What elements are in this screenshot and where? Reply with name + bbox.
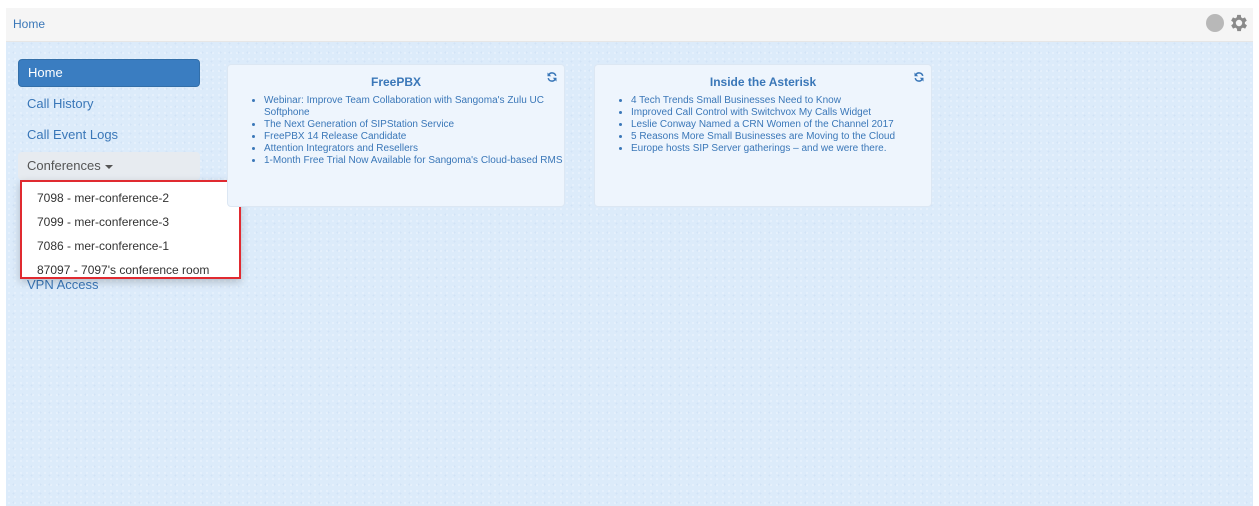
sidebar-item-call-history[interactable]: Call History	[18, 90, 200, 118]
sidebar-item-label: Conferences	[27, 158, 101, 173]
list-item: 4 Tech Trends Small Businesses Need to K…	[631, 95, 895, 107]
sidebar-item-label: Call History	[27, 96, 94, 111]
widget-title: FreePBX	[370, 75, 422, 89]
news-link[interactable]: Attention Integrators and Resellers	[264, 143, 418, 154]
conference-menu-item[interactable]: 7099 - mer-conference-3	[22, 210, 239, 234]
sidebar-item-call-event-logs[interactable]: Call Event Logs	[18, 121, 200, 149]
inside-asterisk-news-widget: Inside the Asterisk 4 Tech Trends Small …	[594, 64, 932, 207]
breadcrumb-home[interactable]: Home	[13, 17, 45, 31]
caret-down-icon	[104, 164, 113, 169]
news-link[interactable]: 1-Month Free Trial Now Available for San…	[264, 155, 563, 166]
sidebar-item-label: Home	[28, 65, 63, 80]
news-link[interactable]: 5 Reasons More Small Businesses are Movi…	[631, 131, 895, 142]
conference-menu-item[interactable]: 7098 - mer-conference-2	[22, 186, 239, 210]
app-frame: Home Home Call History Call Event Logs C…	[6, 8, 1253, 506]
news-link[interactable]: FreePBX 14 Release Candidate	[264, 131, 406, 142]
conference-menu-item[interactable]: 87097 - 7097's conference room	[22, 258, 239, 282]
conference-menu-item[interactable]: 7086 - mer-conference-1	[22, 234, 239, 258]
status-circle-icon	[1206, 14, 1224, 32]
news-list: 4 Tech Trends Small Businesses Need to K…	[619, 95, 895, 155]
news-link[interactable]: Improved Call Control with Switchvox My …	[631, 107, 871, 118]
refresh-icon[interactable]	[546, 71, 558, 83]
sidebar-item-conferences[interactable]: Conferences	[18, 152, 200, 180]
list-item: FreePBX 14 Release Candidate	[264, 131, 564, 143]
list-item: Leslie Conway Named a CRN Women of the C…	[631, 119, 895, 131]
list-item: Webinar: Improve Team Collaboration with…	[264, 95, 564, 119]
sidebar-item-home[interactable]: Home	[18, 59, 200, 87]
freepbx-news-widget: FreePBX Webinar: Improve Team Collaborat…	[227, 64, 565, 207]
list-item: Improved Call Control with Switchvox My …	[631, 107, 895, 119]
news-link[interactable]: 4 Tech Trends Small Businesses Need to K…	[631, 95, 841, 106]
news-link[interactable]: Europe hosts SIP Server gatherings – and…	[631, 143, 887, 154]
list-item: 5 Reasons More Small Businesses are Movi…	[631, 131, 895, 143]
sidebar-nav: Home Call History Call Event Logs Confer…	[18, 59, 200, 183]
news-link[interactable]: Webinar: Improve Team Collaboration with…	[264, 95, 544, 118]
list-item: Europe hosts SIP Server gatherings – and…	[631, 143, 895, 155]
conferences-dropdown-menu: 7098 - mer-conference-2 7099 - mer-confe…	[20, 180, 241, 279]
list-item: Attention Integrators and Resellers	[264, 143, 564, 155]
news-link[interactable]: Leslie Conway Named a CRN Women of the C…	[631, 119, 894, 130]
list-item: The Next Generation of SIPStation Servic…	[264, 119, 564, 131]
refresh-icon[interactable]	[913, 71, 925, 83]
top-bar: Home	[6, 8, 1253, 42]
news-list: Webinar: Improve Team Collaboration with…	[252, 95, 564, 167]
widget-title: Inside the Asterisk	[709, 75, 817, 89]
sidebar-item-label: Call Event Logs	[27, 127, 119, 142]
news-link[interactable]: The Next Generation of SIPStation Servic…	[264, 119, 454, 130]
list-item: 1-Month Free Trial Now Available for San…	[264, 155, 564, 167]
gear-icon[interactable]	[1228, 12, 1250, 34]
